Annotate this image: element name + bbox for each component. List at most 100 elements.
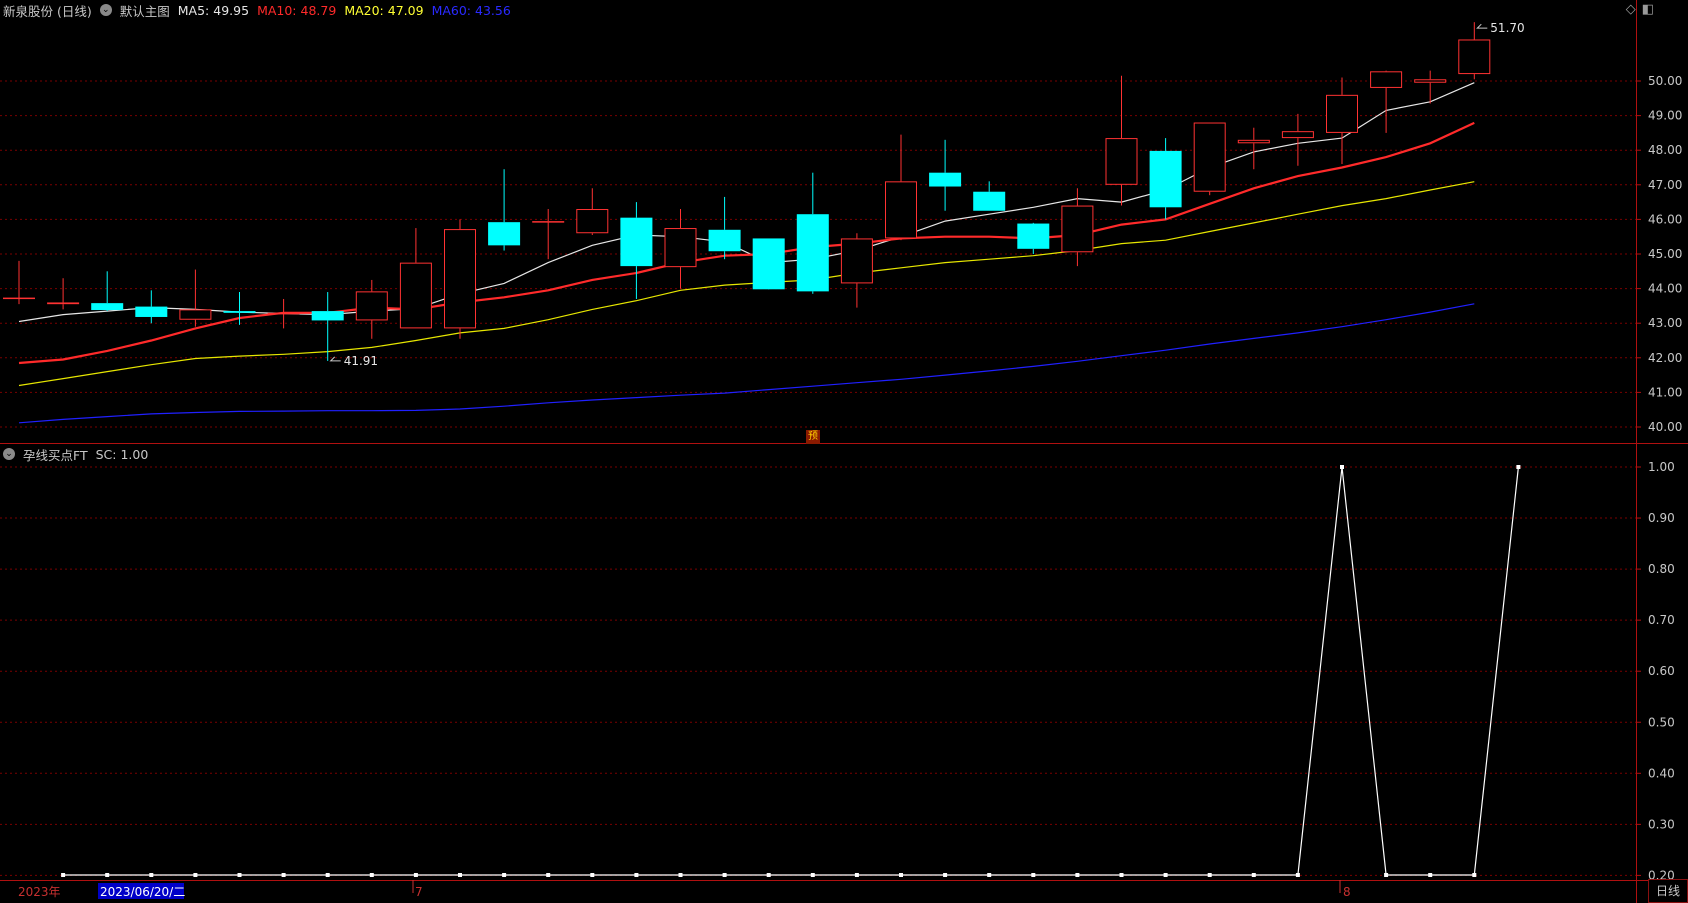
candle [796,172,829,294]
sc-point [943,873,948,877]
candle-body [355,291,388,321]
candle-body [1326,94,1358,133]
candle [840,233,873,308]
candle-body [1017,223,1050,249]
period-button[interactable]: 日线 [1648,879,1688,903]
extreme-price-label: 41.91 [344,354,378,368]
indicator-y-tick-label: 0.30 [1648,817,1675,831]
sc-readout: SC: 1.00 [96,447,149,462]
candle [1458,22,1491,80]
sc-point [634,873,639,877]
x-year-label: 2023年 [18,885,61,899]
sc-point [369,873,374,877]
sc-point [1075,873,1080,877]
candle [664,209,697,289]
candle-body [1149,150,1182,208]
sc-point [458,873,462,877]
sc-point [1031,873,1036,877]
ma60-value: 43.56 [475,2,511,18]
indicator-header: ⌄ 孕线买点FT SC: 1.00 [0,444,156,464]
sc-point [987,873,992,877]
sc-point [502,873,507,877]
sc-point [61,873,66,877]
extreme-arrow [1476,23,1488,29]
sc-point [854,873,859,877]
candle [444,219,476,339]
candle-body [796,214,829,292]
cursor-date-label: 2023/06/20/二 [100,885,185,899]
sc-point [1384,873,1389,877]
candle-body [1458,39,1491,75]
stock-title: 新泉股份 (日线) [3,3,92,19]
stock-chart[interactable]: 40.00 41.00 42.00 43.00 44.00 45.00 46.00 47.00… [0,0,1688,903]
ma20-label: MA20: [344,2,384,18]
sc-point [237,873,242,877]
candle-body [223,311,256,313]
candle-body [311,311,344,321]
indicator-name[interactable]: 孕线买点FT [23,445,88,464]
candle [1326,77,1358,165]
ma10-label: MA10: [257,2,297,18]
candle [752,238,785,290]
ma20-value: 47.09 [387,2,424,18]
main-y-tick-label: 43.00 [1648,316,1682,330]
sc-point [1340,465,1344,469]
candle-body [620,217,653,267]
x-month-label: 7 [415,885,423,899]
sc-point [1472,873,1477,877]
indicator-y-tick-label: 0.60 [1648,664,1675,678]
candle-body [1370,71,1403,88]
sc-point [1295,873,1300,877]
ma60-label: MA60: [431,2,472,18]
ma-line-ma60 [18,303,1475,424]
sc-point [766,873,771,877]
ma60-readout: MA60: 43.56 [432,3,511,18]
indicator-y-tick-label: 1.00 [1648,460,1675,474]
ma-line-ma10 [18,121,1475,365]
candle [1105,75,1138,206]
candle-body [488,222,521,246]
main-y-tick-label: 49.00 [1648,109,1682,123]
candle-body [135,306,168,317]
candle-body [752,238,785,290]
sc-point [1516,465,1521,469]
main-chart-label[interactable]: 默认主图 [120,1,170,20]
main-y-tick-label: 44.00 [1648,282,1682,296]
ma5-readout: MA5: 49.95 [178,3,249,18]
diamond-icon[interactable]: ◇ [1626,2,1636,17]
indicator-y-tick-label: 0.50 [1648,715,1675,729]
main-y-tick-label: 42.00 [1648,351,1682,365]
main-y-tick-label: 40.00 [1648,420,1682,434]
candle [1017,222,1050,254]
main-y-tick-label: 41.00 [1648,385,1682,399]
candle-body [1061,205,1094,253]
sc-point [105,873,110,877]
chevron-down-icon[interactable]: ⌄ [3,448,15,460]
candle [1193,122,1226,196]
chevron-down-icon[interactable]: ⌄ [99,4,112,16]
candle [1281,113,1314,166]
candle [1414,70,1447,104]
ma5-value: 49.95 [213,2,250,18]
candle-body [267,312,300,315]
main-y-tick-label: 48.00 [1648,143,1682,157]
candle-body [179,309,212,320]
sc-point [546,873,551,877]
candle [708,196,741,260]
candle-body [929,172,962,187]
sc-point [1207,873,1212,877]
window-icon[interactable]: ◧ [1642,2,1654,17]
candle [3,260,35,305]
indicator-y-tick-label: 0.90 [1648,511,1675,525]
sc-point [590,873,595,877]
sc-value: 1.00 [120,446,149,462]
candle [1370,70,1403,133]
candle [47,278,80,310]
candle [488,169,521,251]
candle-body [1281,131,1314,139]
sc-point [1163,873,1168,877]
indicator-y-tick-label: 0.40 [1648,766,1675,780]
ma10-readout: MA10: 48.79 [257,3,336,18]
candle [135,290,168,324]
candle-body [973,191,1006,211]
